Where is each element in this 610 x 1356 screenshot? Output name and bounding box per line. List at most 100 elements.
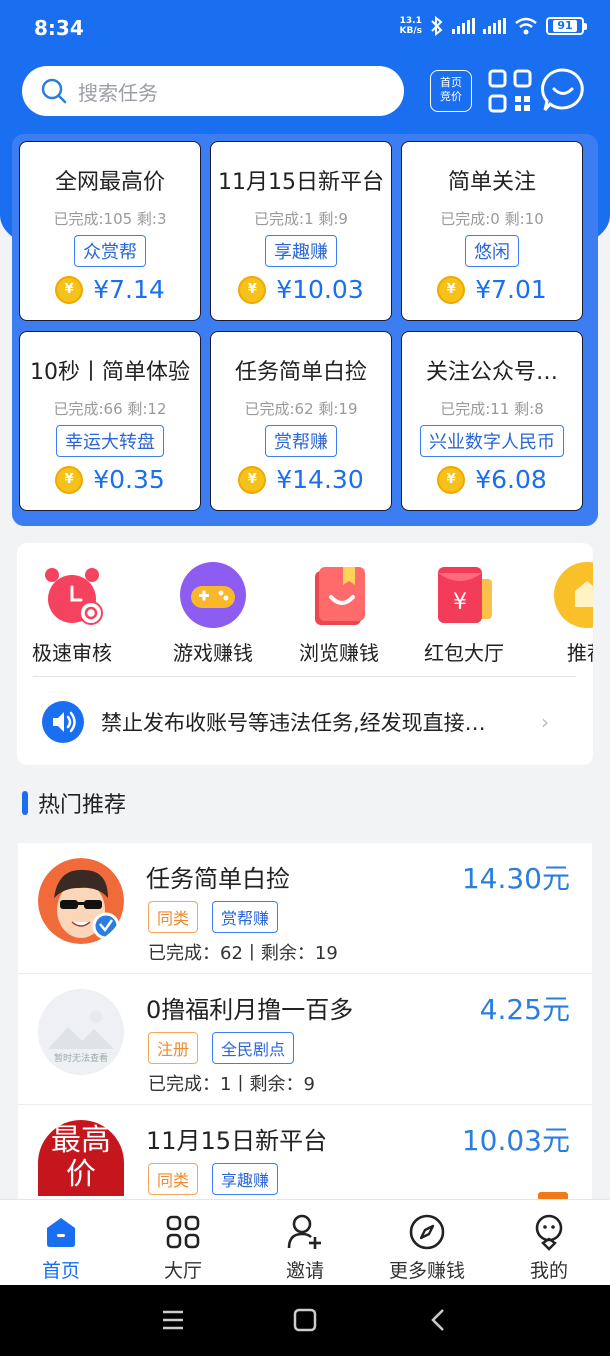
task-card[interactable]: 简单关注 已完成:0 剩:10 悠闲 ¥ ¥7.01 xyxy=(401,141,583,321)
wifi-icon xyxy=(515,17,537,35)
tag-platform: 全民剧点 xyxy=(212,1032,295,1064)
speaker-icon xyxy=(42,701,84,743)
add-user-icon xyxy=(287,1214,321,1249)
task-title: 11月15日新平台 xyxy=(218,170,384,195)
task-stats: 已完成:62 剩:19 xyxy=(244,400,358,418)
nav-mine[interactable]: 我的 xyxy=(488,1212,610,1283)
compass-icon xyxy=(409,1214,445,1250)
category-fast-review[interactable]: 极速审核 xyxy=(17,561,127,666)
notice-bar[interactable]: 禁止发布收账号等违法任务,经发现直接… › xyxy=(41,699,571,745)
gamepad-icon xyxy=(180,562,246,628)
search-placeholder: 搜索任务 xyxy=(78,80,158,105)
task-price-value: ¥0.35 xyxy=(93,465,165,494)
section-title: 热门推荐 xyxy=(38,793,127,818)
item-title: 0撸福利月撸一百多 xyxy=(146,996,354,1024)
recommend-icon xyxy=(554,562,593,628)
item-price: 4.25元 xyxy=(479,993,570,1026)
task-title: 10秒丨简单体验 xyxy=(30,360,190,385)
task-title: 任务简单白捡 xyxy=(234,360,367,385)
profile-icon xyxy=(535,1214,563,1251)
task-card[interactable]: 任务简单白捡已完成:62 剩:19 赏帮赚 ¥ ¥14.30 xyxy=(210,331,392,511)
tag-platform: 赏帮赚 xyxy=(212,901,279,933)
battery-icon: 91 xyxy=(546,17,587,35)
alarm-clock-icon xyxy=(45,568,103,625)
task-stats: 已完成:11 剩:8 xyxy=(440,400,544,418)
tag-category: 同类 xyxy=(148,1163,199,1195)
task-stats: 已完成:1 剩:9 xyxy=(254,210,348,228)
signal-icon xyxy=(452,18,475,34)
signal-icon-2 xyxy=(483,18,506,34)
message-icon[interactable] xyxy=(540,67,586,113)
task-platform-tag: 兴业数字人民币 xyxy=(420,425,564,457)
task-price: ¥ ¥0.35 xyxy=(20,465,200,494)
home-square-icon[interactable] xyxy=(292,1307,318,1333)
task-price: ¥ ¥7.14 xyxy=(20,275,200,304)
tag-category: 注册 xyxy=(148,1032,199,1064)
item-price: 10.03元 xyxy=(461,1124,570,1157)
home-bid-button[interactable]: 首页 竞价 xyxy=(430,70,472,112)
coin-icon: ¥ xyxy=(55,275,84,304)
task-price-value: ¥7.14 xyxy=(93,275,165,304)
nav-more-earn[interactable]: 更多赚钱 xyxy=(366,1212,488,1283)
smile-book-icon xyxy=(315,567,365,625)
item-title: 11月15日新平台 xyxy=(146,1127,328,1155)
back-icon[interactable] xyxy=(426,1307,452,1333)
section-bar xyxy=(22,791,28,815)
item-stats: 已完成：1丨剩余：9 xyxy=(148,1074,315,1095)
task-platform-tag: 享趣赚 xyxy=(265,235,337,267)
task-price: ¥ ¥14.30 xyxy=(211,465,391,494)
menu-icon[interactable] xyxy=(160,1307,186,1333)
chevron-right-icon: › xyxy=(541,710,549,734)
network-speed: 13.1 KB/s xyxy=(399,16,422,36)
notice-text: 禁止发布收账号等违法任务,经发现直接… xyxy=(101,711,486,735)
task-price-value: ¥7.01 xyxy=(475,275,547,304)
home-icon xyxy=(47,1218,75,1247)
task-platform-tag: 赏帮赚 xyxy=(265,425,337,457)
bottom-nav: 首页 大厅 邀请 更多赚钱 我的 xyxy=(0,1199,610,1285)
coin-icon: ¥ xyxy=(55,465,84,494)
task-card[interactable]: 全网最高价已完成:105 剩:3 众赏帮 ¥ ¥7.14 xyxy=(19,141,201,321)
bluetooth-icon xyxy=(431,16,443,36)
category-game-earn[interactable]: 游戏赚钱 xyxy=(158,561,268,666)
task-platform-tag: 众赏帮 xyxy=(74,235,146,267)
task-card[interactable]: 10秒丨简单体验已完成:66 剩:12 幸运大转盘 ¥ ¥0.35 xyxy=(19,331,201,511)
task-title: 全网最高价 xyxy=(54,170,165,195)
coin-icon: ¥ xyxy=(437,465,466,494)
task-stats: 已完成:66 剩:12 xyxy=(53,400,167,418)
task-stats: 已完成:105 剩:3 xyxy=(53,210,167,228)
status-bar: 8:34 13.1 KB/s 91 xyxy=(0,0,610,56)
task-card[interactable]: 关注公众号… 已完成:11 剩:8 兴业数字人民币 ¥ ¥6.08 xyxy=(401,331,583,511)
category-panel: 极速审核 游戏赚钱 浏览赚钱 ¥ 红包大厅 推荐 xyxy=(17,543,593,765)
avatar: 暂时无法查看 xyxy=(38,989,124,1075)
divider xyxy=(33,676,576,677)
item-title: 任务简单白捡 xyxy=(146,865,290,893)
qr-scan-icon[interactable] xyxy=(487,68,533,114)
system-navigation-bar xyxy=(0,1285,610,1356)
nav-hall[interactable]: 大厅 xyxy=(122,1212,244,1283)
category-recommend[interactable]: 推荐 xyxy=(532,561,593,666)
list-item[interactable]: 任务简单白捡 14.30元 同类 赏帮赚 已完成：62丨剩余：19 xyxy=(18,843,592,974)
nav-home[interactable]: 首页 xyxy=(0,1212,122,1283)
task-card[interactable]: 11月15日新平台已完成:1 剩:9 享趣赚 ¥ ¥10.03 xyxy=(210,141,392,321)
task-title: 关注公众号… xyxy=(425,360,558,385)
status-time: 8:34 xyxy=(34,16,84,40)
task-stats: 已完成:0 剩:10 xyxy=(440,210,544,228)
search-input[interactable]: 搜索任务 xyxy=(22,66,404,116)
coin-icon: ¥ xyxy=(437,275,466,304)
search-icon xyxy=(41,78,67,104)
task-price-value: ¥10.03 xyxy=(276,275,364,304)
task-title: 简单关注 xyxy=(447,170,536,195)
task-price: ¥ ¥10.03 xyxy=(211,275,391,304)
avatar: 最高价 xyxy=(38,1120,124,1196)
list-item[interactable]: 最高价 11月15日新平台 10.03元 同类 享趣赚 xyxy=(18,1105,592,1201)
item-price: 14.30元 xyxy=(461,862,570,895)
task-platform-tag: 幸运大转盘 xyxy=(56,425,164,457)
red-envelope-icon: ¥ xyxy=(438,567,492,623)
coin-icon: ¥ xyxy=(238,465,267,494)
category-browse-earn[interactable]: 浏览赚钱 xyxy=(284,561,394,666)
category-red-envelope[interactable]: ¥ 红包大厅 xyxy=(409,561,519,666)
list-item[interactable]: 暂时无法查看 0撸福利月撸一百多 4.25元 注册 全民剧点 已完成：1丨剩余：… xyxy=(18,974,592,1105)
tag-category: 同类 xyxy=(148,901,199,933)
grid-icon xyxy=(166,1215,200,1249)
nav-invite[interactable]: 邀请 xyxy=(244,1212,366,1283)
